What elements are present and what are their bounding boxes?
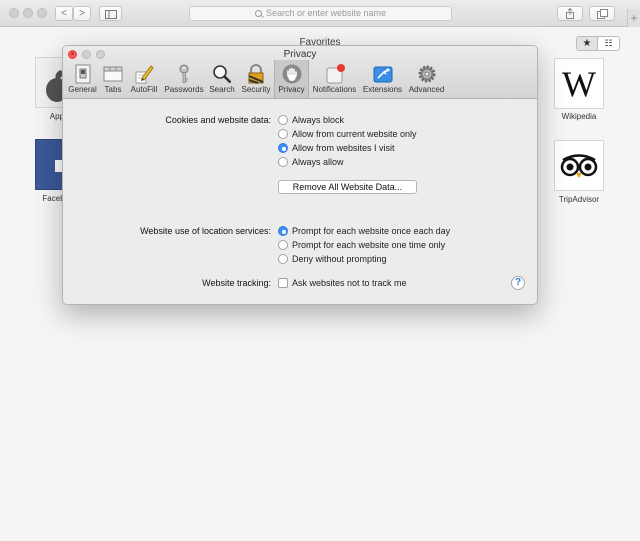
radio-label: Deny without prompting: [292, 254, 387, 264]
top-sites-grid-icon[interactable]: ☷: [598, 37, 619, 50]
radio-label: Allow from websites I visit: [292, 143, 395, 153]
tripadvisor-owl-icon: [560, 154, 598, 178]
tab-extensions[interactable]: Extensions: [360, 60, 405, 98]
sidebar-button[interactable]: [99, 6, 122, 21]
tab-privacy[interactable]: Privacy: [274, 60, 309, 98]
tab-label: Search: [209, 85, 235, 94]
favorite-label-wikipedia: Wikipedia: [561, 112, 597, 121]
key-icon: [179, 64, 189, 83]
tab-label: AutoFill: [130, 85, 158, 94]
pencil-icon: [135, 65, 154, 84]
favorites-view-switcher: ★ ☷: [576, 36, 620, 51]
tab-general[interactable]: General: [66, 60, 99, 98]
general-switch-icon: [75, 64, 90, 84]
tab-search[interactable]: Search: [207, 60, 237, 98]
wikipedia-logo-icon: W: [562, 64, 596, 104]
bookmarks-star-icon[interactable]: ★: [577, 37, 598, 50]
radio-button[interactable]: [278, 129, 288, 139]
favorite-label-tripadvisor: TripAdvisor: [558, 195, 600, 204]
prefs-title: Privacy: [283, 49, 317, 60]
tab-label: Passwords: [164, 85, 204, 94]
privacy-pane: Cookies and website data: Always block A…: [63, 99, 537, 304]
address-bar[interactable]: Search or enter website name: [189, 6, 452, 21]
tab-autofill[interactable]: AutoFill: [127, 60, 161, 98]
tab-tabs[interactable]: Tabs: [100, 60, 126, 98]
remove-all-website-data-button[interactable]: Remove All Website Data...: [278, 180, 417, 194]
tabs-window-icon: [103, 66, 123, 82]
window-close-button[interactable]: [9, 8, 19, 18]
favorite-tile-wikipedia[interactable]: W: [554, 58, 604, 109]
back-button[interactable]: <: [55, 6, 73, 21]
radio-button[interactable]: [278, 254, 288, 264]
sidebar-icon: [104, 10, 117, 19]
tab-notifications[interactable]: Notifications: [310, 60, 359, 98]
tab-label: General: [68, 85, 97, 94]
tab-label: Security: [241, 85, 271, 94]
notification-badge-icon: [326, 64, 345, 84]
tab-label: Privacy: [278, 85, 305, 94]
search-icon: [254, 10, 262, 17]
tab-label: Notifications: [312, 85, 357, 94]
radio-label: Prompt for each website one time only: [292, 240, 446, 250]
tab-security[interactable]: Security: [239, 60, 273, 98]
help-button[interactable]: ?: [511, 276, 525, 290]
tab-passwords[interactable]: Passwords: [162, 60, 206, 98]
new-tab-button[interactable]: +: [627, 9, 640, 27]
share-icon: [566, 7, 574, 19]
share-button[interactable]: [557, 6, 583, 21]
radio-button[interactable]: [278, 240, 288, 250]
do-not-track-checkbox[interactable]: [278, 278, 288, 288]
preferences-toolbar: × Privacy General Tabs AutoFill Password…: [63, 46, 537, 99]
hand-icon: [282, 64, 301, 84]
radio-label: Prompt for each website once each day: [292, 226, 451, 236]
cookies-label: Cookies and website data:: [165, 115, 271, 125]
forward-button[interactable]: >: [73, 6, 91, 21]
tab-advanced[interactable]: Advanced: [406, 60, 447, 98]
radio-label: Always block: [292, 115, 345, 125]
gear-icon: [418, 65, 435, 83]
favorite-tile-tripadvisor[interactable]: [554, 140, 604, 191]
checkbox-label: Ask websites not to track me: [292, 278, 407, 288]
address-placeholder: Search or enter website name: [265, 8, 387, 18]
show-tabs-button[interactable]: [589, 6, 615, 21]
tab-label: Advanced: [408, 85, 445, 94]
website-tracking-label: Website tracking:: [202, 278, 271, 288]
location-services-label: Website use of location services:: [140, 226, 271, 236]
window-minimize-button[interactable]: [23, 8, 33, 18]
radio-label: Always allow: [292, 157, 344, 167]
tab-label: Extensions: [362, 85, 403, 94]
radio-label: Allow from current website only: [292, 129, 417, 139]
padlock-icon: [248, 64, 264, 84]
radio-button[interactable]: [278, 157, 288, 167]
puzzle-icon: [373, 66, 392, 83]
browser-toolbar: < > Search or enter website name +: [0, 0, 640, 27]
tabs-overview-icon: [596, 9, 608, 19]
radio-button[interactable]: [278, 115, 288, 125]
radio-button-selected[interactable]: [278, 143, 288, 153]
preferences-window: × Privacy General Tabs AutoFill Password…: [62, 45, 538, 305]
radio-button-selected[interactable]: [278, 226, 288, 236]
magnifier-icon: [213, 65, 232, 84]
window-zoom-button[interactable]: [37, 8, 47, 18]
tab-label: Tabs: [104, 85, 122, 94]
